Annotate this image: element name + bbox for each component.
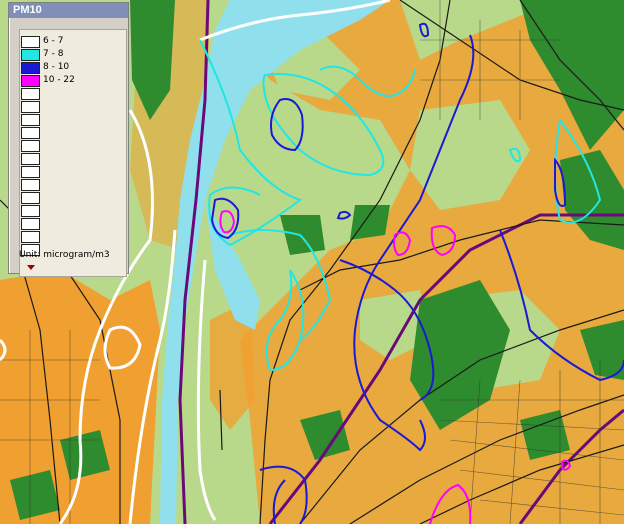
legend-row[interactable] bbox=[21, 140, 121, 153]
legend-row[interactable] bbox=[21, 166, 121, 179]
legend-swatch bbox=[21, 36, 40, 48]
legend-panel[interactable]: PM10 6 - 7 7 - 8 8 - 10 10 - 22 Unit: micro… bbox=[8, 2, 129, 277]
legend-label: 10 - 22 bbox=[43, 75, 75, 85]
expand-arrow-icon[interactable] bbox=[27, 265, 35, 270]
legend-swatch bbox=[21, 179, 40, 191]
legend-swatch bbox=[21, 127, 40, 139]
legend-swatch bbox=[21, 49, 40, 61]
legend-swatch bbox=[21, 140, 40, 152]
legend-swatch bbox=[21, 62, 40, 74]
legend-unit: Unit: microgram/m3 bbox=[19, 250, 110, 260]
legend-row[interactable] bbox=[21, 127, 121, 140]
legend-row[interactable]: 8 - 10 bbox=[21, 62, 121, 75]
legend-label: 7 - 8 bbox=[43, 49, 64, 59]
legend-swatch bbox=[21, 192, 40, 204]
legend-swatch bbox=[21, 153, 40, 165]
legend-label: 8 - 10 bbox=[43, 62, 70, 72]
legend-row[interactable] bbox=[21, 192, 121, 205]
legend-swatch bbox=[21, 88, 40, 100]
legend-row[interactable]: 7 - 8 bbox=[21, 49, 121, 62]
legend-row[interactable] bbox=[21, 218, 121, 231]
legend-row[interactable] bbox=[21, 88, 121, 101]
legend-row[interactable] bbox=[21, 205, 121, 218]
legend-swatch bbox=[21, 75, 40, 87]
legend-swatch bbox=[21, 114, 40, 126]
legend-swatch bbox=[21, 231, 40, 243]
legend-row[interactable] bbox=[21, 101, 121, 114]
legend-swatch bbox=[21, 218, 40, 230]
legend-swatch bbox=[21, 205, 40, 217]
legend-row[interactable] bbox=[21, 231, 121, 244]
legend-row[interactable]: 6 - 7 bbox=[21, 36, 121, 49]
legend-row[interactable]: 10 - 22 bbox=[21, 75, 121, 88]
legend-row[interactable] bbox=[21, 179, 121, 192]
legend-title: PM10 bbox=[9, 3, 128, 18]
legend-row[interactable] bbox=[21, 114, 121, 127]
legend-swatch bbox=[21, 166, 40, 178]
legend-swatch bbox=[21, 101, 40, 113]
legend-label: 6 - 7 bbox=[43, 36, 64, 46]
legend-row[interactable] bbox=[21, 153, 121, 166]
